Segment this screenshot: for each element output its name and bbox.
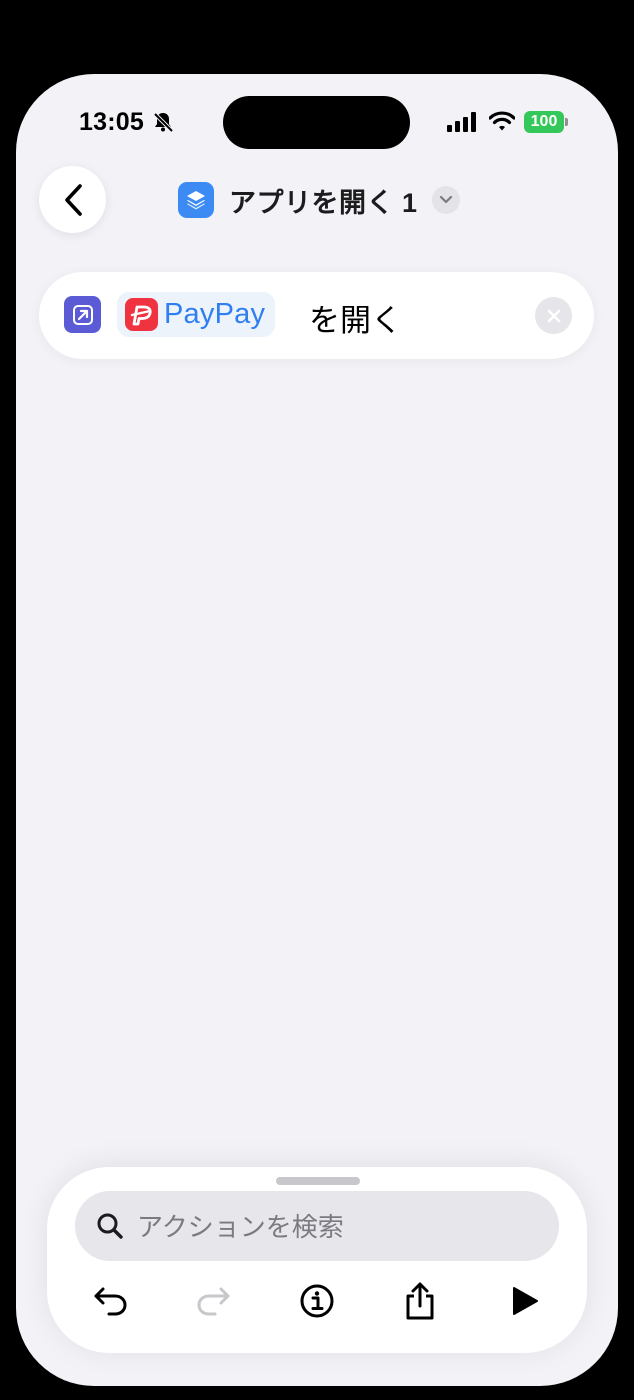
battery-tip [565,118,568,126]
undo-icon [94,1287,127,1316]
info-button[interactable] [295,1279,339,1323]
phone-screen: 13:05 100 アプリを開く 1 PayPay を開く アクションを検索 [16,74,618,1386]
share-button[interactable] [398,1279,442,1323]
paypay-logo-icon [125,298,158,331]
play-icon [513,1287,538,1315]
battery-indicator: 100 [524,111,564,133]
app-name: PayPay [164,298,266,330]
status-time: 13:05 [79,108,144,136]
dynamic-island [223,96,410,149]
run-button[interactable] [502,1279,546,1323]
layers-icon [187,191,205,210]
close-icon [547,309,560,322]
info-icon [300,1284,334,1318]
shortcut-title-menu[interactable]: アプリを開く 1 [178,182,460,218]
action-drawer [47,1167,587,1353]
action-verb: を開く [309,303,402,338]
undo-button[interactable] [89,1279,133,1323]
action-search-bar[interactable] [75,1191,559,1261]
app-parameter-chip[interactable]: PayPay [117,292,276,337]
search-input[interactable] [135,1205,539,1249]
back-button[interactable] [39,166,106,233]
share-icon [406,1282,434,1320]
drawer-grabber[interactable] [276,1177,360,1185]
redo-button[interactable] [191,1279,235,1323]
chevron-left-icon [64,183,82,216]
shortcut-title: アプリを開く 1 [229,187,418,218]
cellular-signal-icon [447,112,476,132]
open-app-arrow-icon [64,296,101,333]
chevron-down-icon[interactable] [431,186,460,214]
wifi-icon [489,111,515,131]
redo-icon [197,1287,230,1316]
shortcuts-app-icon [178,182,214,218]
open-app-action[interactable]: PayPay を開く [39,272,594,359]
search-icon [97,1213,123,1239]
remove-action-button[interactable] [535,297,572,334]
silent-bell-icon [153,112,174,133]
